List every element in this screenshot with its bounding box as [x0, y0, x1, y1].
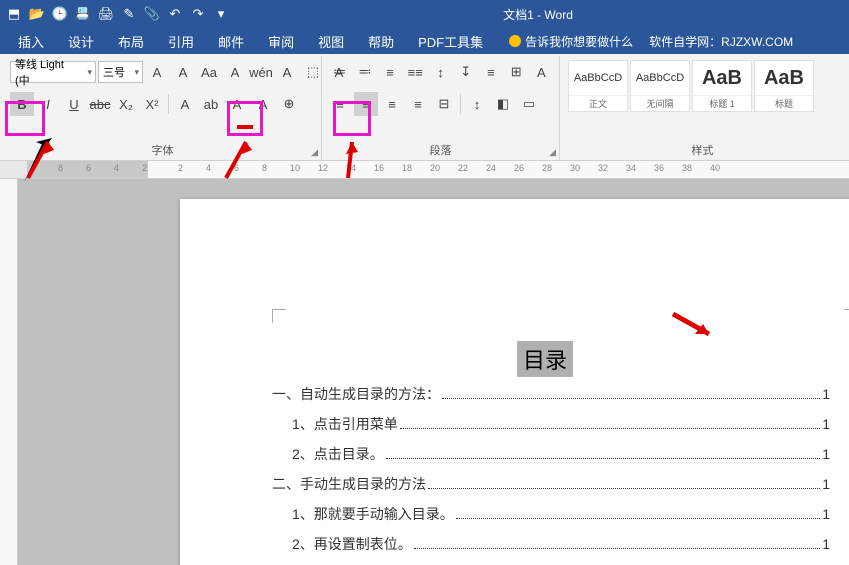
- tab-插入[interactable]: 插入: [6, 29, 56, 54]
- grow-font-button[interactable]: A: [145, 60, 169, 84]
- text-effect[interactable]: A: [173, 92, 197, 116]
- shrink-font-button[interactable]: A: [171, 60, 195, 84]
- toc-entry[interactable]: 1、那就要手动输入目录。1: [272, 504, 830, 524]
- tab-邮件[interactable]: 邮件: [206, 29, 256, 54]
- annotation-arrow-icon: [665, 298, 725, 363]
- annotation-arrow-icon: [18, 128, 78, 193]
- align-right[interactable]: ≡: [380, 92, 404, 116]
- bulb-icon: [509, 35, 521, 47]
- style-无间隔[interactable]: AaBbCcD无间隔: [630, 60, 690, 112]
- horizontal-ruler[interactable]: 8642246810121416182022242628303234363840: [0, 161, 849, 179]
- style-标题 1[interactable]: AaB标题 1: [692, 60, 752, 112]
- underline[interactable]: U: [62, 92, 86, 116]
- toc-title[interactable]: 目录: [517, 341, 573, 377]
- font-size-combo[interactable]: 三号: [98, 61, 143, 83]
- font-dialog-launcher-icon[interactable]: ◢: [311, 147, 318, 158]
- tab-布局[interactable]: 布局: [106, 29, 156, 54]
- tab-审阅[interactable]: 审阅: [256, 29, 306, 54]
- ribbon: 等线 Light (中 三号 AAAaAwénA⬚A BIUabcX₂X²Aab…: [0, 54, 849, 161]
- window-title: 文档1 - Word: [231, 6, 845, 23]
- toc-entry[interactable]: 二、手动生成目录的方法1: [272, 474, 830, 494]
- superscript[interactable]: X²: [140, 92, 164, 116]
- toc-entries: 一、自动生成目录的方法：1 1、点击引用菜单1 2、点击目录。1 二、手动生成目录的方…: [272, 384, 830, 564]
- quick-access-toolbar: ⬒📂🕒📇🖨✎📎↶↷▾: [4, 4, 231, 24]
- cn-layout-button[interactable]: ↧: [454, 60, 477, 84]
- style-正文[interactable]: AaBbCcD正文: [568, 60, 628, 112]
- tab-帮助[interactable]: 帮助: [356, 29, 406, 54]
- change-case-button[interactable]: Aa: [197, 60, 221, 84]
- tab-引用[interactable]: 引用: [156, 29, 206, 54]
- borders[interactable]: ▭: [517, 92, 541, 116]
- style-标题[interactable]: AaB标题: [754, 60, 814, 112]
- font-row-2: BIUabcX₂X²AabAA⊕: [10, 90, 315, 118]
- multilevel-button[interactable]: ≡: [378, 60, 401, 84]
- watermark-link: 软件自学网：RJZXW.COM: [649, 33, 793, 50]
- para-row-1: ≔≕≡≡≡↕↧≡⊞A: [328, 58, 553, 86]
- toc-entry[interactable]: 2、点击目录。1: [272, 444, 830, 464]
- numbering-button[interactable]: ≕: [353, 60, 376, 84]
- styles-group: AaBbCcD正文AaBbCcD无间隔AaB标题 1AaB标题 样式: [560, 56, 845, 160]
- qa-btn-2[interactable]: 🕒: [50, 4, 70, 24]
- annotation-arrow-icon: [326, 128, 386, 193]
- qa-btn-1[interactable]: 📂: [27, 4, 47, 24]
- toc-entry[interactable]: 1、点击引用菜单1: [272, 414, 830, 434]
- qa-btn-6[interactable]: 📎: [142, 4, 162, 24]
- tell-me[interactable]: 告诉我你想要做什么: [509, 33, 633, 50]
- qa-btn-9[interactable]: ▾: [211, 4, 231, 24]
- font-row-1: 等线 Light (中 三号 AAAaAwénA⬚A: [10, 58, 315, 86]
- increase-indent-button[interactable]: ↕: [429, 60, 452, 84]
- para-dialog-launcher-icon[interactable]: ◢: [549, 147, 556, 158]
- qa-btn-3[interactable]: 📇: [73, 4, 93, 24]
- align-justify[interactable]: ≡: [406, 92, 430, 116]
- margin-corner-icon: [844, 309, 849, 323]
- align-dist[interactable]: ⊟: [432, 92, 456, 116]
- undefined-button[interactable]: A: [530, 60, 553, 84]
- subscript[interactable]: X₂: [114, 92, 138, 116]
- sort-button[interactable]: ≡: [479, 60, 502, 84]
- strike[interactable]: abc: [88, 92, 112, 116]
- highlight[interactable]: ab: [199, 92, 223, 116]
- qa-btn-8[interactable]: ↷: [188, 4, 208, 24]
- styles-group-label: 样式: [566, 140, 839, 160]
- shading[interactable]: ◧: [491, 92, 515, 116]
- tab-PDF工具集[interactable]: PDF工具集: [406, 29, 495, 54]
- tab-视图[interactable]: 视图: [306, 29, 356, 54]
- margin-corner-icon: [272, 309, 286, 323]
- ribbon-tabs: 插入设计布局引用邮件审阅视图帮助PDF工具集 告诉我你想要做什么 软件自学网：R…: [0, 28, 849, 54]
- phonetic-button[interactable]: wén: [249, 60, 273, 84]
- line-spacing[interactable]: ↕: [465, 92, 489, 116]
- vertical-ruler[interactable]: [0, 179, 18, 565]
- tab-设计[interactable]: 设计: [56, 29, 106, 54]
- char-fx-button[interactable]: A: [275, 60, 299, 84]
- bullets-button[interactable]: ≔: [328, 60, 351, 84]
- qa-btn-0[interactable]: ⬒: [4, 4, 24, 24]
- qa-btn-7[interactable]: ↶: [165, 4, 185, 24]
- document-area: 目录 一、自动生成目录的方法：1 1、点击引用菜单1 2、点击目录。1 二、手动生成目…: [0, 179, 849, 565]
- toc-entry[interactable]: 2、再设置制表位。1: [272, 534, 830, 554]
- titlebar: ⬒📂🕒📇🖨✎📎↶↷▾ 文档1 - Word: [0, 0, 849, 28]
- toc-entry[interactable]: 一、自动生成目录的方法：1: [272, 384, 830, 404]
- font-name-combo[interactable]: 等线 Light (中: [10, 61, 96, 83]
- enclose[interactable]: ⊕: [277, 92, 301, 116]
- page[interactable]: 目录 一、自动生成目录的方法：1 1、点击引用菜单1 2、点击目录。1 二、手动生成目…: [180, 199, 849, 565]
- show-marks-button[interactable]: ⊞: [505, 60, 528, 84]
- annotation-arrow-icon: [216, 128, 276, 193]
- decrease-indent-button[interactable]: ≡≡: [404, 60, 427, 84]
- qa-btn-5[interactable]: ✎: [119, 4, 139, 24]
- clear-format-button[interactable]: A: [223, 60, 247, 84]
- styles-gallery[interactable]: AaBbCcD正文AaBbCcD无间隔AaB标题 1AaB标题: [566, 58, 839, 114]
- qa-btn-4[interactable]: 🖨: [96, 4, 116, 24]
